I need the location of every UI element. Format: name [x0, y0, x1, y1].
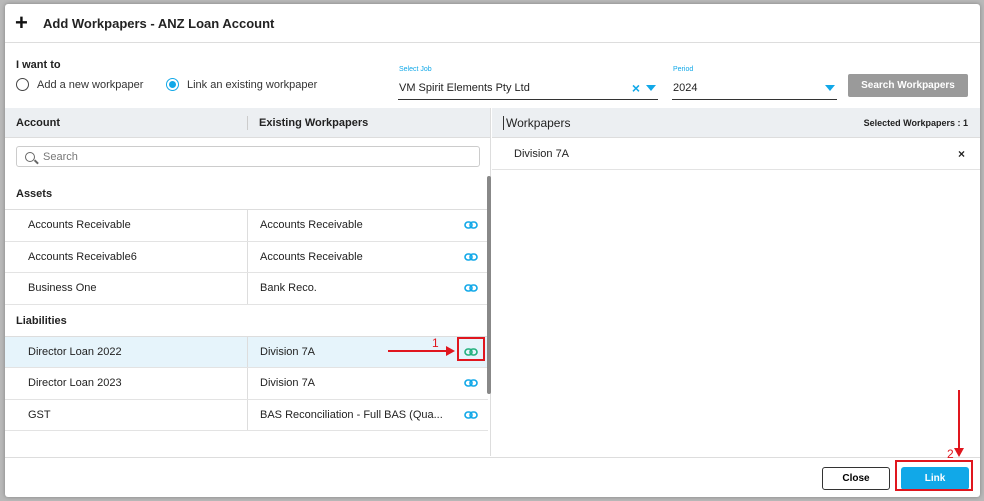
accounts-table-header: Account Existing Workpapers: [5, 108, 490, 138]
plus-icon: +: [15, 10, 28, 35]
radio-add-new[interactable]: Add a new workpaper: [16, 78, 143, 91]
period-value: 2024: [673, 82, 698, 94]
table-row[interactable]: Business One Bank Reco.: [5, 273, 488, 305]
chevron-down-icon[interactable]: [646, 85, 656, 91]
search-icon: [25, 151, 35, 162]
annotation-step-1: 1: [432, 336, 439, 350]
radio-circle[interactable]: [16, 78, 29, 91]
table-row[interactable]: Director Loan 2023 Division 7A: [5, 368, 488, 400]
radio-circle-selected[interactable]: [166, 78, 179, 91]
table-row-selected[interactable]: Director Loan 2022 Division 7A: [5, 336, 488, 368]
period-label: Period: [673, 66, 694, 73]
workpaper-name: Division 7A: [260, 377, 316, 390]
account-name: Accounts Receivable6: [5, 241, 248, 272]
mode-label: I want to: [16, 59, 61, 71]
arrow-head-icon: [446, 346, 455, 356]
radio-link-existing-label: Link an existing workpaper: [187, 78, 318, 91]
link-icon[interactable]: [464, 410, 478, 420]
search-placeholder: Search: [43, 150, 78, 163]
select-job-value: VM Spirit Elements Pty Ltd: [399, 82, 530, 94]
workpaper-name: Accounts Receivable: [260, 219, 363, 232]
annotation-arrow-2: [958, 390, 960, 450]
workpapers-header: Workpapers Selected Workpapers : 1: [492, 108, 980, 138]
workpapers-title: Workpapers: [503, 115, 570, 130]
workpapers-panel: Workpapers Selected Workpapers : 1 Divis…: [492, 108, 980, 456]
table-row[interactable]: Accounts Receivable6 Accounts Receivable: [5, 241, 488, 273]
annotation-box-2: [895, 460, 973, 491]
select-job-label: Select Job: [399, 66, 432, 73]
account-name: Director Loan 2022: [5, 336, 248, 367]
controls-bar: I want to Add a new workpaper Link an ex…: [5, 51, 980, 106]
search-input[interactable]: Search: [16, 146, 480, 167]
selected-workpapers-count: Selected Workpapers : 1: [863, 117, 968, 128]
link-icon[interactable]: [464, 378, 478, 388]
account-name: Director Loan 2023: [5, 368, 248, 399]
account-name: Business One: [5, 273, 248, 304]
col-account: Account: [5, 115, 248, 130]
arrow-head-icon: [954, 448, 964, 457]
link-icon[interactable]: [464, 220, 478, 230]
accounts-list: Assets Accounts Receivable Accounts Rece…: [5, 178, 488, 431]
selected-workpaper-name: Division 7A: [514, 147, 570, 160]
close-icon[interactable]: ×: [958, 147, 965, 161]
accounts-panel: Account Existing Workpapers Search Asset…: [5, 108, 491, 456]
link-icon[interactable]: [464, 283, 478, 293]
account-name: GST: [5, 399, 248, 430]
list-item: Division 7A ×: [492, 138, 980, 170]
workpaper-name: Bank Reco.: [260, 282, 317, 295]
add-workpapers-dialog: + Add Workpapers - ANZ Loan Account I wa…: [5, 4, 980, 497]
group-assets: Assets: [5, 178, 488, 210]
account-name: Accounts Receivable: [5, 210, 248, 241]
table-row[interactable]: Accounts Receivable Accounts Receivable: [5, 210, 488, 242]
col-existing-workpapers: Existing Workpapers: [259, 116, 369, 129]
clear-icon[interactable]: ×: [632, 80, 640, 96]
select-job-field[interactable]: Select Job VM Spirit Elements Pty Ltd ×: [398, 64, 658, 100]
annotation-arrow-1: [388, 350, 448, 352]
table-row[interactable]: GST BAS Reconciliation - Full BAS (Qua..…: [5, 399, 488, 431]
link-icon[interactable]: [464, 252, 478, 262]
chevron-down-icon[interactable]: [825, 85, 835, 91]
scrollbar[interactable]: [487, 176, 491, 394]
dialog-header: + Add Workpapers - ANZ Loan Account: [5, 4, 980, 43]
annotation-step-2: 2: [947, 447, 954, 461]
search-workpapers-button[interactable]: Search Workpapers: [848, 74, 968, 97]
radio-link-existing[interactable]: Link an existing workpaper: [166, 78, 317, 91]
dialog-title: Add Workpapers - ANZ Loan Account: [43, 15, 275, 31]
period-field[interactable]: Period 2024: [672, 64, 837, 100]
group-liabilities: Liabilities: [5, 305, 488, 337]
radio-add-new-label: Add a new workpaper: [37, 78, 144, 91]
dialog-footer: Close Link: [5, 457, 980, 497]
close-button[interactable]: Close: [822, 467, 890, 490]
workpaper-name: BAS Reconciliation - Full BAS (Qua...: [260, 408, 443, 421]
workpaper-name: Accounts Receivable: [260, 250, 363, 263]
annotation-box-1: [457, 337, 485, 361]
